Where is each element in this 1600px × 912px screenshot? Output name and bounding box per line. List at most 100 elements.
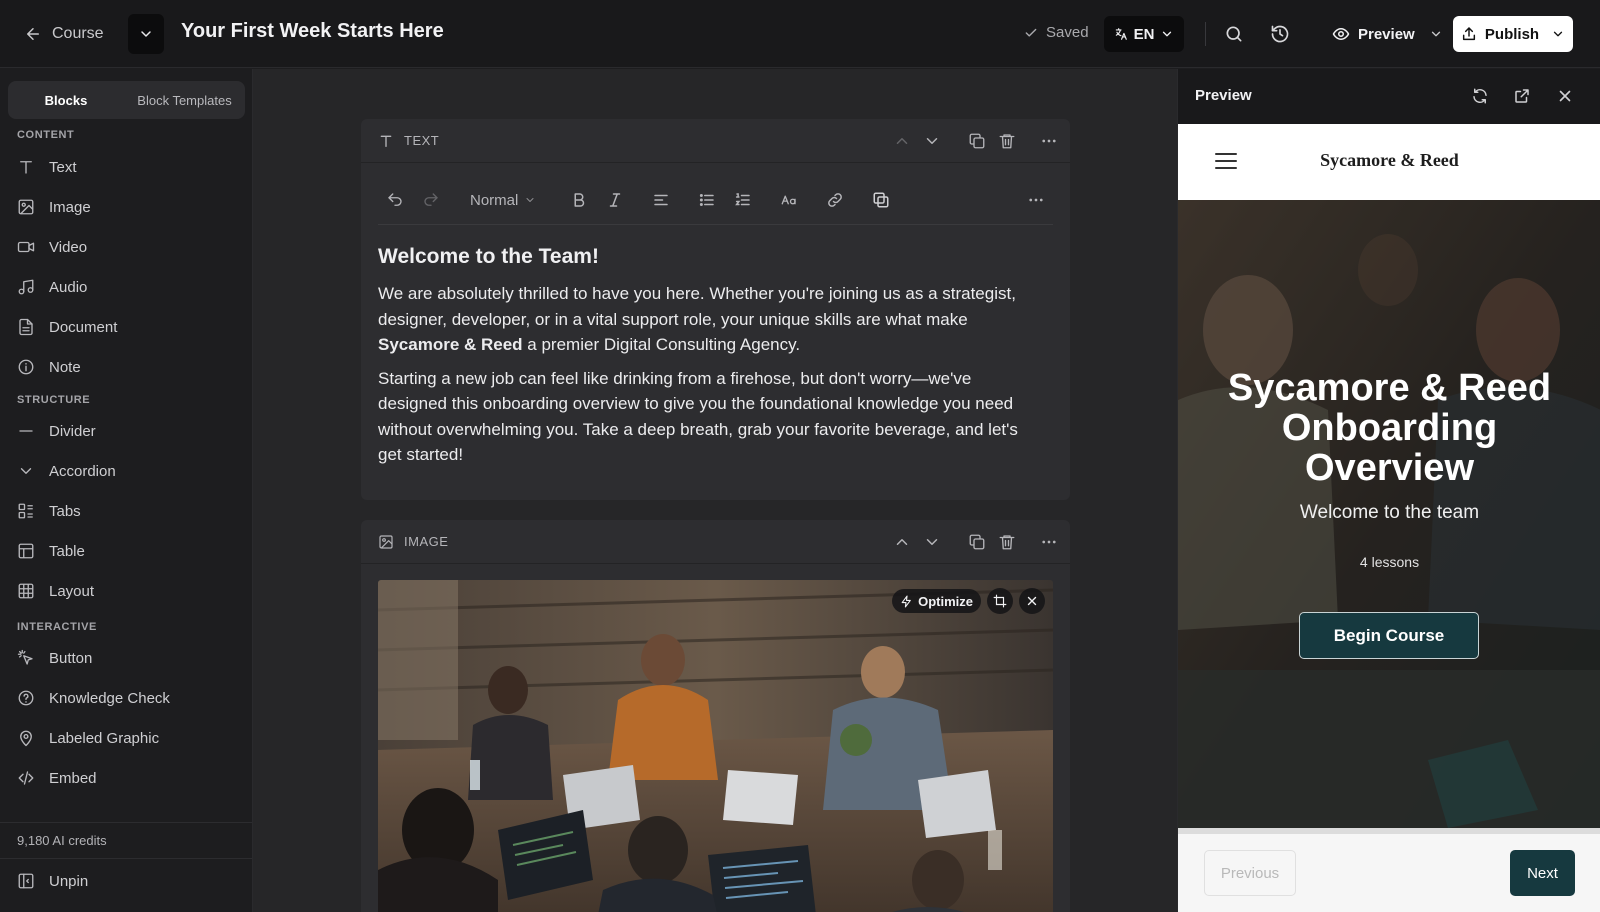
tab-block-templates[interactable]: Block Templates <box>124 81 245 119</box>
preview-header: Preview <box>1178 69 1600 124</box>
text-icon <box>378 133 394 149</box>
block-item-text[interactable]: Text <box>17 151 237 183</box>
block-item-knowledge-check[interactable]: Knowledge Check <box>17 682 237 714</box>
image-block[interactable]: IMAGE Optimize <box>361 520 1070 912</box>
unpin-sidebar-button[interactable]: Unpin <box>17 865 217 897</box>
more-horizontal-icon[interactable] <box>1040 132 1058 150</box>
image-overlay-tools: Optimize <box>892 588 1045 614</box>
close-icon <box>1025 594 1039 608</box>
block-item-label: Button <box>49 649 93 667</box>
block-type-label: IMAGE <box>404 534 449 549</box>
block-item-note[interactable]: Note <box>17 351 237 383</box>
more-horizontal-icon[interactable] <box>1040 533 1058 551</box>
align-left-icon[interactable] <box>652 191 670 209</box>
preview-panel: Preview Sycamore & Reed Sycamore & Reed … <box>1177 69 1600 912</box>
history-icon[interactable] <box>1270 24 1290 44</box>
format-toolbar: Normal <box>378 177 1053 225</box>
document-icon <box>17 318 35 336</box>
optimize-label: Optimize <box>918 593 973 609</box>
block-item-label: Tabs <box>49 502 81 520</box>
bullet-list-icon[interactable] <box>698 191 716 209</box>
language-selector[interactable]: EN <box>1104 16 1184 52</box>
block-item-accordion[interactable]: Accordion <box>17 455 237 487</box>
translate-icon <box>1114 27 1128 41</box>
video-icon <box>17 238 35 256</box>
chevron-down-icon <box>1429 27 1443 41</box>
text-paragraph: We are absolutely thrilled to have you h… <box>378 281 1038 358</box>
search-icon[interactable] <box>1224 24 1244 44</box>
chevron-up-icon[interactable] <box>893 132 911 150</box>
block-item-label: Video <box>49 238 88 256</box>
check-icon <box>1024 26 1038 40</box>
chevron-down-icon <box>17 462 35 480</box>
grid-icon <box>17 582 35 600</box>
block-item-document[interactable]: Document <box>17 311 237 343</box>
bold-text: Sycamore & Reed <box>378 335 523 354</box>
page-title[interactable]: Your First Week Starts Here <box>181 20 444 43</box>
begin-course-button[interactable]: Begin Course <box>1299 612 1479 659</box>
italic-icon[interactable] <box>606 191 624 209</box>
lesson-count: 4 lessons <box>1359 554 1420 570</box>
undo-icon[interactable] <box>386 191 404 209</box>
block-type-label: TEXT <box>404 133 440 148</box>
block-item-audio[interactable]: Audio <box>17 271 237 303</box>
block-item-table[interactable]: Table <box>17 535 237 567</box>
block-item-video[interactable]: Video <box>17 231 237 263</box>
block-item-image[interactable]: Image <box>17 191 237 223</box>
refresh-icon[interactable] <box>1471 87 1489 105</box>
block-item-label: Layout <box>49 582 95 600</box>
block-header: IMAGE <box>361 520 1070 564</box>
block-item-label: Labeled Graphic <box>49 729 160 747</box>
table-icon <box>17 542 35 560</box>
more-horizontal-icon[interactable] <box>1027 191 1045 209</box>
optimize-button[interactable]: Optimize <box>892 589 981 613</box>
paragraph-text: We are absolutely thrilled to have you h… <box>378 284 1016 329</box>
style-select-value: Normal <box>470 191 519 209</box>
close-icon[interactable] <box>1556 87 1574 105</box>
numbered-list-icon[interactable] <box>734 191 752 209</box>
block-item-tabs[interactable]: Tabs <box>17 495 237 527</box>
saved-status: Saved <box>1024 24 1089 41</box>
text-editor-content[interactable]: Welcome to the Team! We are absolutely t… <box>378 243 1038 476</box>
redo-icon[interactable] <box>422 191 440 209</box>
remove-image-button[interactable] <box>1019 588 1045 614</box>
crop-button[interactable] <box>987 588 1013 614</box>
duplicate-icon[interactable] <box>968 533 986 551</box>
preview-label: Preview <box>1358 25 1415 43</box>
editor-canvas: TEXT Normal Welcome to the Team! We are … <box>253 69 1177 912</box>
block-item-label: Embed <box>49 769 97 787</box>
publish-button[interactable]: Publish <box>1453 16 1573 52</box>
bold-icon[interactable] <box>570 191 588 209</box>
preview-button[interactable]: Preview <box>1332 20 1443 48</box>
previous-button[interactable]: Previous <box>1204 850 1296 896</box>
hero-content: Sycamore & Reed Onboarding Overview Welc… <box>1178 368 1600 570</box>
trash-icon[interactable] <box>998 533 1016 551</box>
external-link-icon[interactable] <box>1513 87 1531 105</box>
block-item-labeled-graphic[interactable]: Labeled Graphic <box>17 722 237 754</box>
block-item-label: Table <box>49 542 85 560</box>
course-nav-bar: Sycamore & Reed <box>1178 124 1600 200</box>
back-to-course-button[interactable]: Course <box>24 20 104 48</box>
link-icon[interactable] <box>826 191 844 209</box>
duplicate-icon[interactable] <box>968 132 986 150</box>
block-item-embed[interactable]: Embed <box>17 762 237 794</box>
chevron-down-icon[interactable] <box>923 533 941 551</box>
publish-label: Publish <box>1484 25 1540 43</box>
trash-icon[interactable] <box>998 132 1016 150</box>
outline-dropdown-button[interactable] <box>128 14 164 54</box>
copy-style-icon[interactable] <box>872 191 890 209</box>
next-button[interactable]: Next <box>1510 850 1575 896</box>
block-item-button[interactable]: Button <box>17 642 237 674</box>
block-item-divider[interactable]: Divider <box>17 415 237 447</box>
chevron-up-icon[interactable] <box>893 533 911 551</box>
text-paragraph: Starting a new job can feel like drinkin… <box>378 368 1018 465</box>
info-circle-icon <box>17 358 35 376</box>
paragraph-style-select[interactable]: Normal <box>470 189 536 211</box>
team-photo[interactable]: Optimize <box>378 580 1053 912</box>
block-item-layout[interactable]: Layout <box>17 575 237 607</box>
tab-blocks[interactable]: Blocks <box>8 81 124 119</box>
text-block[interactable]: TEXT Normal Welcome to the Team! We are … <box>361 119 1070 500</box>
chevron-down-icon[interactable] <box>923 132 941 150</box>
text-case-icon[interactable] <box>780 191 798 209</box>
upload-icon <box>1461 26 1477 42</box>
